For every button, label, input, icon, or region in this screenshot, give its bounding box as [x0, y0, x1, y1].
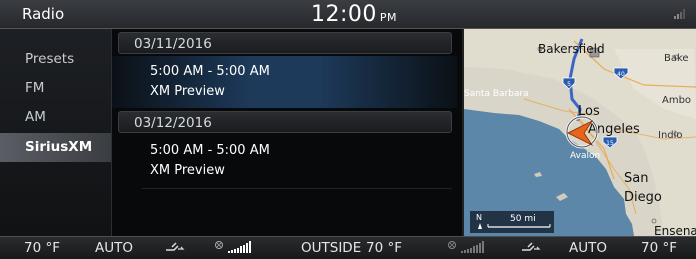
program-item[interactable]: 5:00 AM - 5:00 AM XM Preview: [112, 135, 457, 187]
svg-text:50 mi: 50 mi: [510, 214, 536, 224]
svg-text:Bake: Bake: [664, 53, 689, 64]
sidebar-item-siriusxm[interactable]: SiriusXM: [0, 133, 111, 162]
svg-text:15: 15: [606, 140, 614, 147]
program-schedule: 03/11/2016 5:00 AM - 5:00 AM XM Preview …: [112, 29, 462, 236]
right-temperature[interactable]: 70 °F: [641, 240, 677, 256]
clock: 12:00 PM: [311, 2, 397, 27]
sidebar-item-am[interactable]: AM: [0, 103, 111, 132]
date-header: 03/12/2016: [118, 111, 452, 133]
clock-ampm: PM: [379, 11, 398, 24]
right-auto-mode[interactable]: AUTO: [569, 240, 607, 256]
program-time: 5:00 AM - 5:00 AM: [150, 143, 270, 158]
band-sidebar: Presets FM AM SiriusXM: [0, 29, 112, 236]
svg-text:N: N: [476, 213, 482, 222]
clock-time: 12:00: [311, 2, 377, 27]
right-airflow-mode-icon[interactable]: [520, 241, 542, 253]
program-title: XM Preview: [150, 163, 225, 178]
left-auto-mode[interactable]: AUTO: [95, 240, 133, 256]
program-time: 5:00 AM - 5:00 AM: [150, 64, 270, 79]
map-canvas: 5 40 15 Bakersfield Bake Santa Barbara A…: [464, 29, 696, 236]
date-header: 03/11/2016: [118, 32, 452, 54]
navigation-map[interactable]: 5 40 15 Bakersfield Bake Santa Barbara A…: [464, 29, 696, 236]
sidebar-item-presets[interactable]: Presets: [0, 45, 111, 74]
signal-strength-icon: [674, 9, 685, 19]
svg-text:Avalon: Avalon: [570, 151, 600, 161]
program-title: XM Preview: [150, 84, 225, 99]
left-temperature[interactable]: 70 °F: [24, 240, 60, 256]
climate-bar: 70 °F AUTO OUTSIDE 70 °F AUTO 70 °F: [0, 236, 696, 259]
svg-text:Bakersfield: Bakersfield: [538, 42, 605, 56]
svg-text:Ensena: Ensena: [654, 224, 696, 236]
right-fan-speed-icon[interactable]: [447, 240, 491, 254]
sidebar-item-fm[interactable]: FM: [0, 74, 111, 103]
svg-text:Indio: Indio: [658, 130, 683, 141]
svg-text:Santa Barbara: Santa Barbara: [464, 89, 529, 99]
list-divider: [142, 188, 452, 189]
airflow-mode-icon[interactable]: [164, 241, 186, 253]
program-item[interactable]: 5:00 AM - 5:00 AM XM Preview: [112, 56, 457, 108]
left-fan-speed-icon[interactable]: [214, 240, 258, 254]
outside-label: OUTSIDE: [301, 240, 362, 256]
status-bar: Radio 12:00 PM: [0, 0, 696, 29]
source-title: Radio: [22, 5, 65, 23]
svg-text:5: 5: [567, 81, 571, 88]
svg-text:40: 40: [617, 71, 625, 78]
map-scale-bar: N 50 mi: [470, 211, 554, 233]
svg-text:Diego: Diego: [624, 190, 662, 205]
svg-text:San: San: [624, 171, 648, 186]
outside-temperature: 70 °F: [366, 240, 402, 256]
svg-text:Ambo: Ambo: [662, 95, 691, 106]
